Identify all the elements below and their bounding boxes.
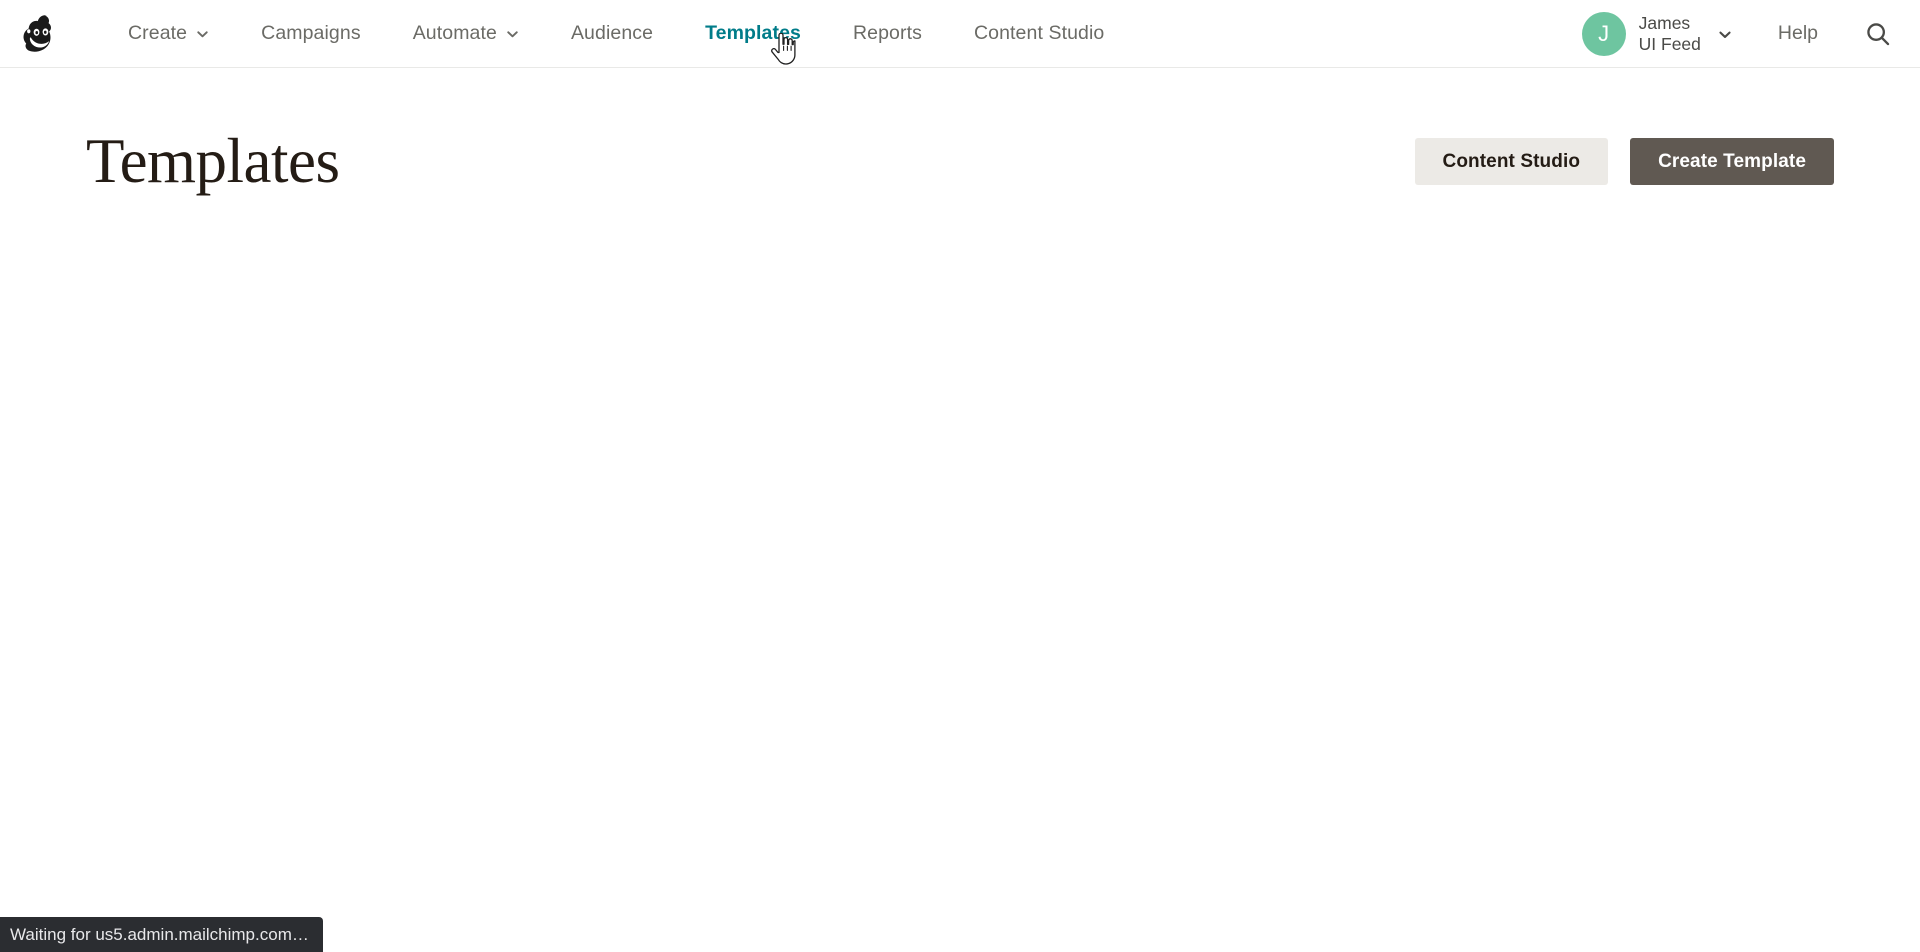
nav-item-audience[interactable]: Audience [545,0,679,67]
nav-label-audience: Audience [570,22,654,44]
mailchimp-logo[interactable] [18,11,64,57]
templates-content-area [0,193,1920,493]
help-link[interactable]: Help [1736,22,1844,45]
nav-item-templates[interactable]: Templates [679,0,827,67]
page-title: Templates [86,126,340,196]
freddie-monkey-icon [19,12,63,56]
chevron-down-icon [196,28,209,41]
search-button[interactable] [1858,14,1898,54]
nav-right-cluster: J James UI Feed Help [1581,0,1898,67]
content-studio-button[interactable]: Content Studio [1414,138,1609,185]
nav-label-campaigns: Campaigns [261,22,361,44]
nav-item-reports[interactable]: Reports [827,0,948,67]
chevron-down-icon [1718,28,1732,42]
nav-item-content-studio[interactable]: Content Studio [948,0,1130,67]
nav-label-automate: Automate [412,22,497,44]
page-actions: Content Studio Create Template [1414,138,1834,185]
create-template-button[interactable]: Create Template [1630,138,1834,185]
chevron-down-icon [506,28,519,41]
search-icon [1864,20,1892,48]
nav-label-templates: Templates [705,22,801,44]
browser-status-bar: Waiting for us5.admin.mailchimp.com… [0,917,323,952]
nav-label-create: Create [128,22,188,44]
primary-nav: Create Campaigns Automate Audience Templ… [102,0,1130,67]
nav-item-campaigns[interactable]: Campaigns [235,0,387,67]
avatar: J [1581,11,1626,56]
nav-item-automate[interactable]: Automate [387,0,545,67]
nav-label-content-studio: Content Studio [973,22,1105,44]
page-header: Templates Content Studio Create Template [0,68,1920,193]
account-menu[interactable]: J James UI Feed [1581,11,1736,56]
nav-label-reports: Reports [852,22,922,44]
page-body: Templates Content Studio Create Template… [0,68,1920,952]
nav-item-create[interactable]: Create [102,0,235,67]
top-navigation-bar: Create Campaigns Automate Audience Templ… [0,0,1920,68]
user-name: James [1638,12,1691,33]
account-name: UI Feed [1638,33,1701,54]
account-names: James UI Feed [1639,13,1701,54]
